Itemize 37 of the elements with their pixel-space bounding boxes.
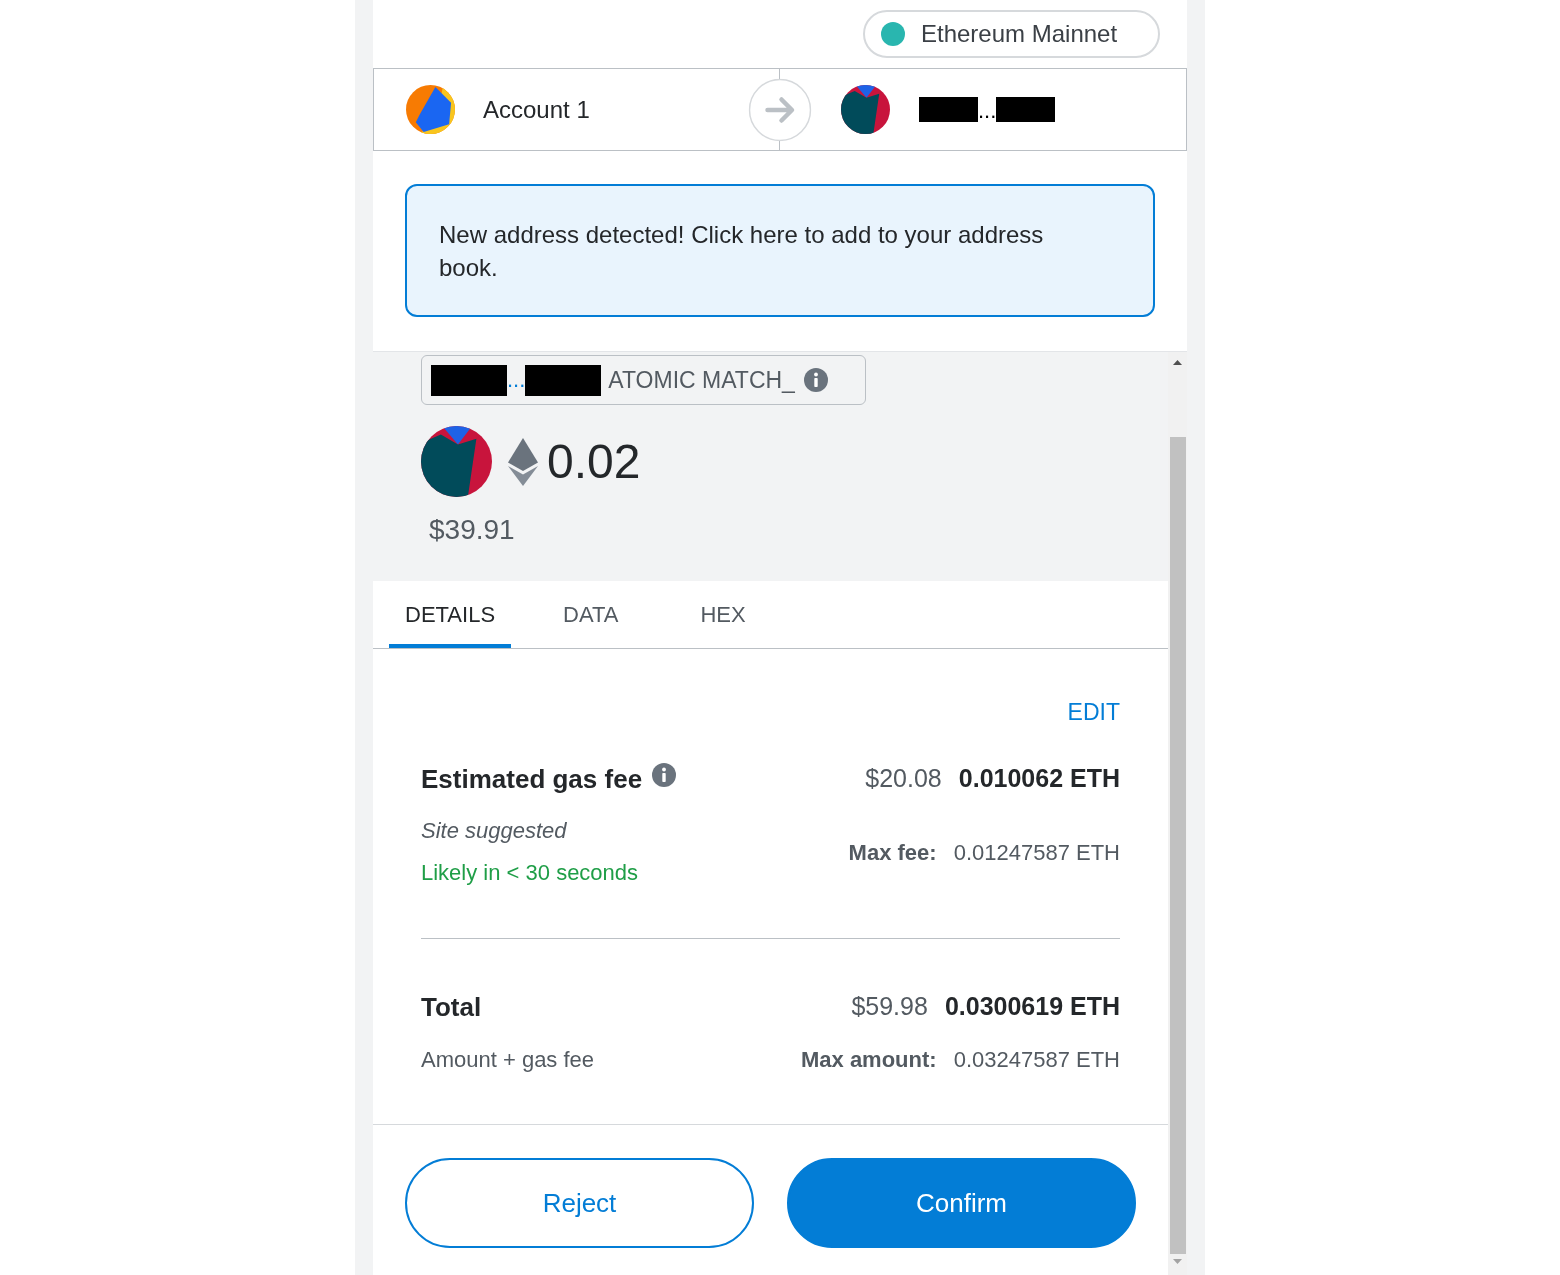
- total-fiat: $59.98: [851, 991, 928, 1023]
- method-name: ATOMIC MATCH_: [608, 365, 795, 395]
- network-selector[interactable]: Ethereum Mainnet: [863, 10, 1160, 58]
- tab[interactable]: DETAILS: [389, 581, 512, 648]
- max-amount-label: Max amount:: [800, 1045, 937, 1074]
- reject-button[interactable]: Reject: [405, 1158, 754, 1248]
- info-icon[interactable]: [803, 368, 828, 392]
- total-label: Total: [421, 990, 482, 1024]
- max-amount-value: 0.03247587 ETH: [953, 1045, 1120, 1074]
- account-name: Account 1: [483, 94, 590, 125]
- new-address-notice[interactable]: New address detected! Click here to add to your address book.: [405, 184, 1155, 317]
- tab[interactable]: HEX: [684, 581, 762, 648]
- tab[interactable]: DATA: [547, 581, 635, 648]
- gas-fee-eth: 0.010062 ETH: [958, 763, 1120, 795]
- total-note: Amount + gas fee: [421, 1045, 595, 1074]
- info-icon[interactable]: [652, 763, 677, 787]
- amount-value: 0.02: [547, 437, 641, 486]
- address-ellipsis: ...: [978, 100, 997, 122]
- amount-fiat-value: $39.91: [429, 513, 515, 547]
- ethereum-icon: [508, 437, 538, 486]
- confirm-button[interactable]: Confirm: [787, 1158, 1136, 1248]
- network-status-dot-icon: [881, 22, 905, 46]
- gas-timing-text: Likely in < 30 seconds: [421, 859, 639, 887]
- redaction-block: [919, 97, 978, 122]
- gas-source-text: Site suggested: [421, 817, 568, 845]
- total-eth: 0.0300619 ETH: [944, 991, 1120, 1023]
- address-ellipsis: ...: [507, 369, 526, 391]
- gas-fee-label: Estimated gas fee: [421, 762, 643, 796]
- edit-link[interactable]: EDIT: [1067, 697, 1120, 727]
- scroll-up-arrow-icon[interactable]: [1173, 360, 1182, 365]
- recipient-avatar-icon: [841, 85, 890, 134]
- max-fee-value: 0.01247587 ETH: [953, 838, 1120, 867]
- account-avatar-icon: [406, 85, 455, 134]
- max-fee-label: Max fee:: [848, 838, 937, 867]
- scrollbar-thumb[interactable]: [1169, 437, 1186, 1254]
- gas-fee-fiat: $20.08: [865, 763, 942, 795]
- redaction-block: [996, 97, 1056, 122]
